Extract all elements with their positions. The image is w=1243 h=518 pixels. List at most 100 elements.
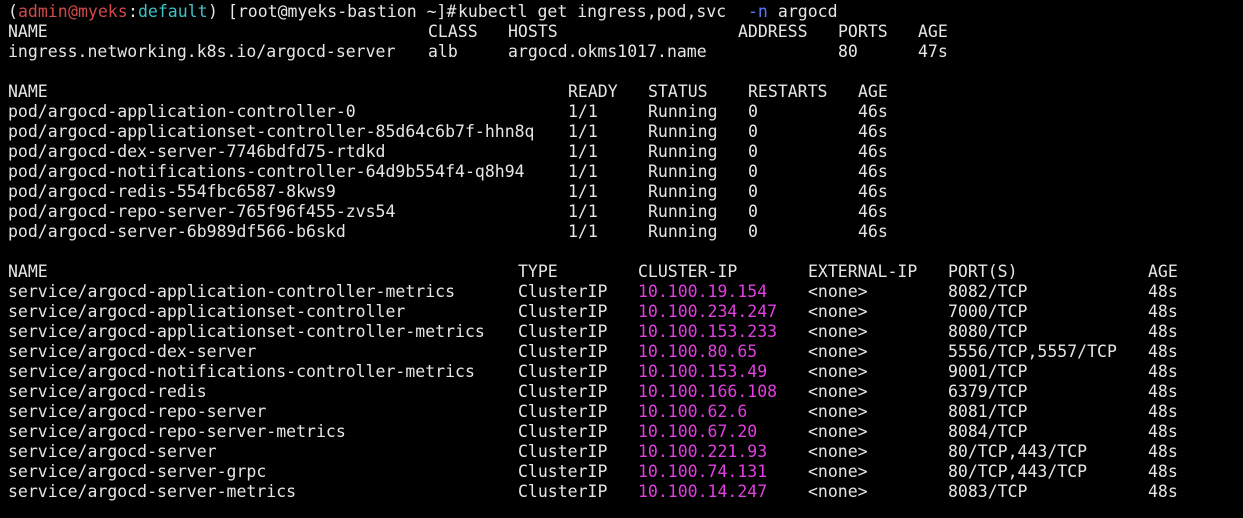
service-external-ip: <none> xyxy=(808,402,868,421)
service-row: service/argocd-applicationset-controller… xyxy=(0,322,1243,342)
services-header: NAME TYPE CLUSTER-IP EXTERNAL-IP PORT(S)… xyxy=(0,262,1243,282)
service-external-ip: <none> xyxy=(808,362,868,381)
service-ports: 8080/TCP xyxy=(948,322,1028,341)
pod-status: Running xyxy=(648,202,718,221)
service-name: service/argocd-dex-server xyxy=(8,342,257,361)
pod-name: pod/argocd-notifications-controller-64d9… xyxy=(8,162,525,181)
service-age: 48s xyxy=(1148,322,1178,341)
service-age: 48s xyxy=(1148,362,1178,381)
service-ports: 8081/TCP xyxy=(948,402,1028,421)
command-flag: -n xyxy=(748,2,768,21)
service-external-ip: <none> xyxy=(808,442,868,461)
service-ports: 7000/TCP xyxy=(948,302,1028,321)
service-type: ClusterIP xyxy=(518,422,608,441)
pod-restarts: 0 xyxy=(748,142,758,161)
services-header-ports: PORT(S) xyxy=(948,262,1018,281)
prompt-namespace: default xyxy=(138,2,208,21)
service-type: ClusterIP xyxy=(518,402,608,421)
service-type: ClusterIP xyxy=(518,322,608,341)
service-external-ip: <none> xyxy=(808,462,868,481)
service-type: ClusterIP xyxy=(518,302,608,321)
prompt-shell: [root@myeks-bastion ~]# xyxy=(218,2,467,21)
pod-age: 46s xyxy=(858,162,888,181)
terminal-window[interactable]: ( admin @ myeks : default ) [root@myeks-… xyxy=(0,0,1243,506)
pods-header-ready: READY xyxy=(568,82,618,101)
ingress-header-address: ADDRESS xyxy=(738,22,808,41)
pod-row: pod/argocd-dex-server-7746bdfd75-rtdkd 1/… xyxy=(0,142,1243,162)
service-type: ClusterIP xyxy=(518,282,608,301)
service-external-ip: <none> xyxy=(808,422,868,441)
pod-name: pod/argocd-redis-554fbc6587-8kws9 xyxy=(8,182,336,201)
service-name: service/argocd-server xyxy=(8,442,217,461)
ingress-ports: 80 xyxy=(838,42,858,61)
service-ports: 8084/TCP xyxy=(948,422,1028,441)
service-age: 48s xyxy=(1148,402,1178,421)
service-cluster-ip: 10.100.234.247 xyxy=(638,302,778,321)
ingress-header-ports: PORTS xyxy=(838,22,888,41)
service-cluster-ip: 10.100.80.65 xyxy=(638,342,758,361)
service-row: service/argocd-applicationset-controller… xyxy=(0,302,1243,322)
service-name: service/argocd-applicationset-controller… xyxy=(8,322,485,341)
pods-header-age: AGE xyxy=(858,82,888,101)
prompt-close-paren: ) xyxy=(208,2,218,21)
pod-age: 46s xyxy=(858,122,888,141)
pod-ready: 1/1 xyxy=(568,122,598,141)
pod-ready: 1/1 xyxy=(568,142,598,161)
ingress-name: ingress.networking.k8s.io/argocd-server xyxy=(8,42,396,61)
command-arg: argocd xyxy=(768,2,838,21)
service-age: 48s xyxy=(1148,302,1178,321)
service-row: service/argocd-repo-server ClusterIP 10.10… xyxy=(0,402,1243,422)
service-name: service/argocd-applicationset-controller xyxy=(8,302,406,321)
service-cluster-ip: 10.100.19.154 xyxy=(638,282,768,301)
services-header-type: TYPE xyxy=(518,262,558,281)
pod-row: pod/argocd-redis-554fbc6587-8kws9 1/1 Runn… xyxy=(0,182,1243,202)
service-ports: 6379/TCP xyxy=(948,382,1028,401)
pod-row: pod/argocd-applicationset-controller-85d… xyxy=(0,122,1243,142)
pod-ready: 1/1 xyxy=(568,182,598,201)
pod-name: pod/argocd-dex-server-7746bdfd75-rtdkd xyxy=(8,142,386,161)
service-cluster-ip: 10.100.221.93 xyxy=(638,442,768,461)
pod-age: 46s xyxy=(858,142,888,161)
service-row: service/argocd-application-controller-me… xyxy=(0,282,1243,302)
ingress-header-age: AGE xyxy=(918,22,948,41)
command-line: ( admin @ myeks : default ) [root@myeks-… xyxy=(0,2,1243,22)
pod-ready: 1/1 xyxy=(568,102,598,121)
pod-status: Running xyxy=(648,222,718,241)
pod-name: pod/argocd-repo-server-765f96f455-zvs54 xyxy=(8,202,396,221)
pod-restarts: 0 xyxy=(748,162,758,181)
service-row: service/argocd-server-grpc ClusterIP 10.10… xyxy=(0,462,1243,482)
pod-row: pod/argocd-notifications-controller-64d9… xyxy=(0,162,1243,182)
pod-status: Running xyxy=(648,102,718,121)
pod-restarts: 0 xyxy=(748,222,758,241)
ingress-header-name: NAME xyxy=(8,22,48,41)
pod-row: pod/argocd-server-6b989df566-b6skd 1/1 Run… xyxy=(0,222,1243,242)
pod-restarts: 0 xyxy=(748,182,758,201)
pods-header-status: STATUS xyxy=(648,82,708,101)
pod-name: pod/argocd-applicationset-controller-85d… xyxy=(8,122,535,141)
ingress-row: ingress.networking.k8s.io/argocd-server … xyxy=(0,42,1243,62)
pod-status: Running xyxy=(648,142,718,161)
ingress-header: NAME CLASS HOSTS ADDRESS PORTS AGE xyxy=(0,22,1243,42)
service-external-ip: <none> xyxy=(808,342,868,361)
services-header-cluster-ip: CLUSTER-IP xyxy=(638,262,738,281)
service-ports: 80/TCP,443/TCP xyxy=(948,462,1088,481)
service-cluster-ip: 10.100.153.49 xyxy=(638,362,768,381)
pod-ready: 1/1 xyxy=(568,202,598,221)
pod-ready: 1/1 xyxy=(568,162,598,181)
pod-age: 46s xyxy=(858,222,888,241)
prompt-open-paren: ( xyxy=(8,2,18,21)
prompt-at: @ xyxy=(68,2,78,21)
service-age: 48s xyxy=(1148,342,1178,361)
service-ports: 9001/TCP xyxy=(948,362,1028,381)
command-text: kubectl get ingress,pod,svc xyxy=(458,2,737,21)
pod-age: 46s xyxy=(858,182,888,201)
service-name: service/argocd-redis xyxy=(8,382,207,401)
scrolled-off-line-bottom xyxy=(0,498,1243,518)
pod-age: 46s xyxy=(858,202,888,221)
service-age: 48s xyxy=(1148,442,1178,461)
service-ports: 8082/TCP xyxy=(948,282,1028,301)
pod-status: Running xyxy=(648,182,718,201)
service-type: ClusterIP xyxy=(518,362,608,381)
pods-header: NAME READY STATUS RESTARTS AGE xyxy=(0,82,1243,102)
service-external-ip: <none> xyxy=(808,282,868,301)
